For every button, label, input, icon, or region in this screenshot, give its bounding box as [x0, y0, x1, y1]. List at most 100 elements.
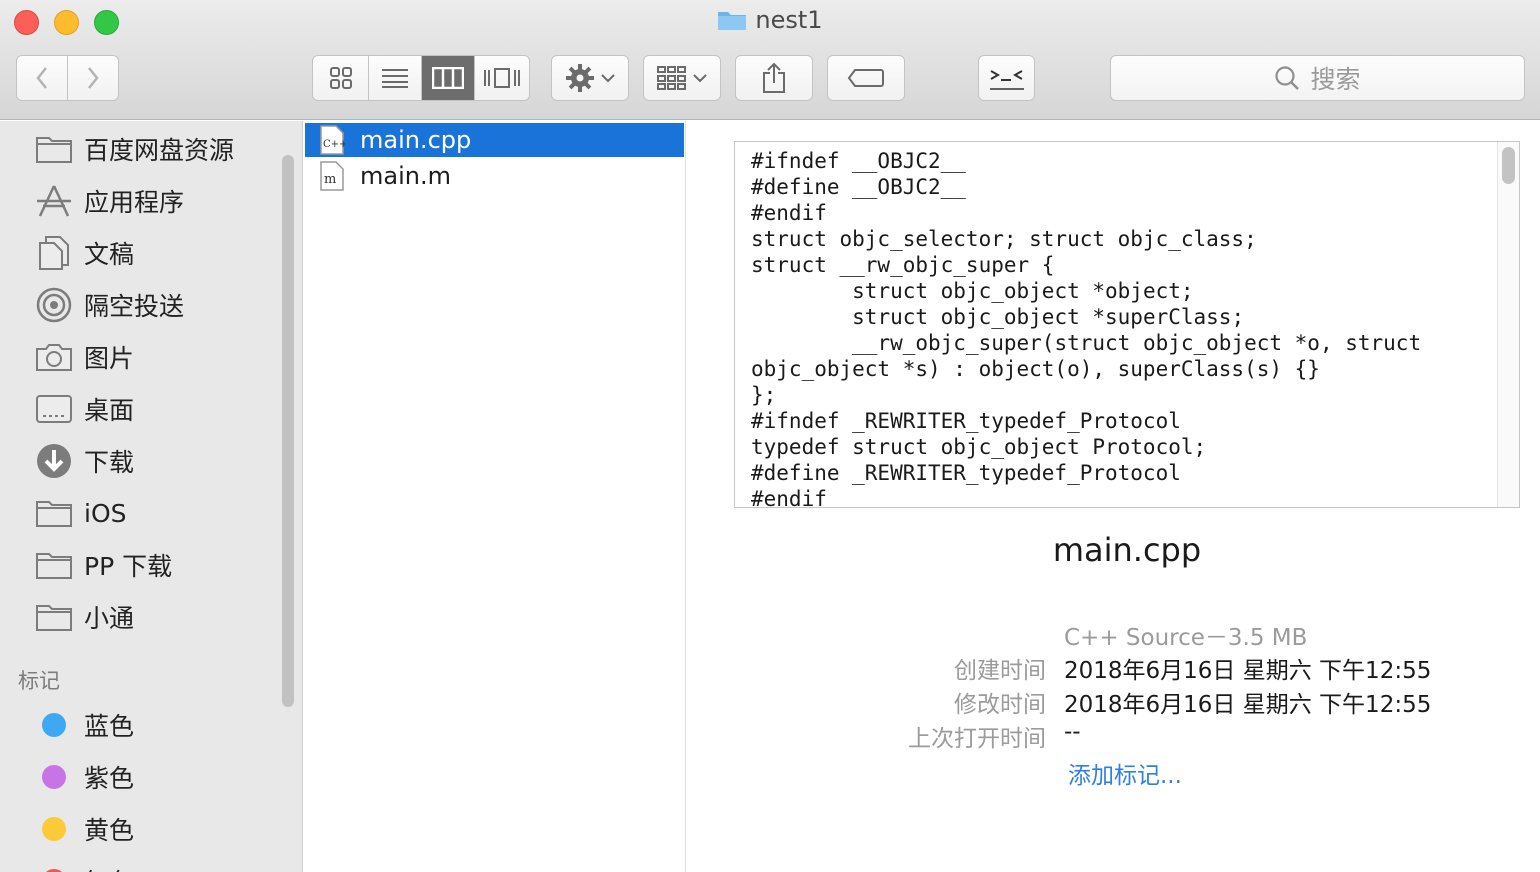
sidebar-item-pictures[interactable]: 图片	[0, 333, 280, 381]
cover-flow-icon	[483, 68, 520, 88]
sidebar-item-ios[interactable]: iOS	[0, 489, 280, 537]
svg-text:C++: C++	[323, 139, 345, 150]
chevron-down-icon	[693, 74, 707, 83]
sidebar-tag-red[interactable]: 红色	[0, 857, 280, 872]
camera-icon	[34, 339, 74, 375]
sidebar-scrollbar[interactable]	[282, 155, 294, 707]
columns-icon	[431, 67, 464, 89]
folder-icon	[34, 547, 74, 583]
code-preview-text: #ifndef __OBJC2__ #define __OBJC2__ #end…	[751, 149, 1422, 508]
desktop-icon	[34, 391, 74, 427]
sidebar-item-label: 紫色	[84, 764, 135, 793]
created-row: 创建时间 2018年6月16日 星期六 下午12:55	[687, 651, 1540, 684]
last-opened-label: 上次打开时间	[908, 726, 1046, 752]
folder-icon	[34, 495, 74, 531]
cpp-file-icon: C++	[320, 125, 345, 155]
title-bar: nest1 搜索	[0, 0, 1540, 120]
chevron-left-icon	[36, 67, 47, 89]
created-value: 2018年6月16日 星期六 下午12:55	[1064, 658, 1432, 684]
file-row-main-cpp[interactable]: C++ main.cpp	[305, 123, 684, 157]
tag-color-dot-icon	[34, 811, 74, 847]
sidebar-item-label: PP 下载	[84, 552, 173, 581]
list-icon	[382, 69, 409, 88]
arrange-menu-button[interactable]	[643, 55, 721, 101]
code-preview-scrollbar[interactable]	[1497, 142, 1519, 507]
sidebar-item-xiaotong[interactable]: 小通	[0, 593, 280, 641]
folder-icon	[34, 131, 74, 167]
list-view-button[interactable]	[369, 56, 422, 100]
created-label: 创建时间	[954, 658, 1046, 684]
modified-label: 修改时间	[954, 692, 1046, 718]
add-tags-link[interactable]: 添加标记...	[1068, 756, 1182, 790]
preview-file-name: main.cpp	[1052, 531, 1202, 569]
sidebar-item-label: 桌面	[84, 396, 135, 425]
tag-color-dot-icon	[34, 759, 74, 795]
file-column: C++ main.cpp m main.m	[303, 121, 686, 872]
sidebar-item-label: iOS	[84, 498, 127, 528]
column-view-button[interactable]	[422, 56, 475, 100]
objc-file-icon: m	[320, 161, 344, 191]
sidebar-tag-blue[interactable]: 蓝色	[0, 701, 280, 749]
edit-tags-button[interactable]	[827, 55, 905, 101]
download-icon	[34, 443, 74, 479]
folder-icon	[34, 599, 74, 635]
sidebar-item-pp-download[interactable]: PP 下载	[0, 541, 280, 589]
share-button[interactable]	[735, 55, 813, 101]
arrange-grid-icon	[657, 66, 686, 90]
sidebar-item-applications[interactable]: 应用程序	[0, 177, 280, 225]
open-terminal-button[interactable]	[978, 55, 1035, 101]
applications-icon	[34, 183, 74, 219]
file-row-main-m[interactable]: m main.m	[305, 159, 684, 193]
airdrop-icon	[34, 287, 74, 323]
action-menu-button[interactable]	[551, 55, 629, 101]
sidebar-item-downloads[interactable]: 下载	[0, 437, 280, 485]
view-mode-control	[312, 55, 530, 101]
sidebar-tag-yellow[interactable]: 黄色	[0, 805, 280, 853]
chevron-right-icon	[87, 67, 99, 89]
forward-button[interactable]	[67, 56, 118, 100]
sidebar-item-label: 下载	[84, 448, 135, 477]
sidebar-item-label: 小通	[84, 604, 135, 633]
sidebar-item-baidu-netdisk[interactable]: 百度网盘资源	[0, 125, 280, 173]
sidebar-item-documents[interactable]: 文稿	[0, 229, 280, 277]
modified-value: 2018年6月16日 星期六 下午12:55	[1064, 692, 1432, 718]
back-button[interactable]	[17, 56, 68, 100]
tag-color-dot-icon	[34, 707, 74, 743]
icon-view-button[interactable]	[313, 56, 370, 100]
last-opened-value: --	[1064, 719, 1081, 745]
file-kind-size: C++ Source－3.5 MB	[1064, 625, 1308, 651]
gear-icon	[566, 64, 594, 92]
last-opened-row: 上次打开时间 --	[687, 719, 1540, 752]
modified-row: 修改时间 2018年6月16日 星期六 下午12:55	[687, 685, 1540, 718]
chevron-down-icon	[601, 74, 615, 83]
tag-color-dot-icon	[34, 863, 74, 872]
sidebar-item-label: 应用程序	[84, 188, 185, 217]
sidebar-tag-purple[interactable]: 紫色	[0, 753, 280, 801]
search-field[interactable]: 搜索	[1110, 55, 1525, 101]
documents-icon	[34, 235, 74, 271]
sidebar-item-airdrop[interactable]: 隔空投送	[0, 281, 280, 329]
window-title: nest1	[0, 6, 1540, 34]
code-preview-scroll-thumb[interactable]	[1502, 147, 1515, 184]
tag-icon	[847, 69, 884, 87]
terminal-icon	[989, 70, 1024, 90]
sidebar-item-desktop[interactable]: 桌面	[0, 385, 280, 433]
share-icon	[763, 62, 785, 93]
sidebar-item-label: 黄色	[84, 816, 135, 845]
sidebar-item-label: 蓝色	[84, 712, 135, 741]
search-placeholder: 搜索	[1310, 65, 1361, 94]
navigation-buttons	[16, 55, 119, 101]
code-preview[interactable]: #ifndef __OBJC2__ #define __OBJC2__ #end…	[734, 141, 1520, 508]
sidebar-item-label: 百度网盘资源	[84, 136, 235, 165]
search-icon	[1275, 66, 1300, 90]
window-title-text: nest1	[755, 6, 823, 34]
svg-text:m: m	[324, 172, 336, 187]
sidebar-item-label: 红色	[84, 863, 134, 872]
sidebar-item-label: 文稿	[84, 240, 135, 269]
sidebar-item-label: 图片	[84, 344, 135, 373]
folder-icon	[718, 12, 747, 30]
gallery-view-button[interactable]	[474, 56, 529, 100]
tags-section-header: 标记	[18, 669, 60, 693]
grid-icon	[329, 67, 352, 89]
sidebar-item-label: 隔空投送	[84, 292, 185, 321]
